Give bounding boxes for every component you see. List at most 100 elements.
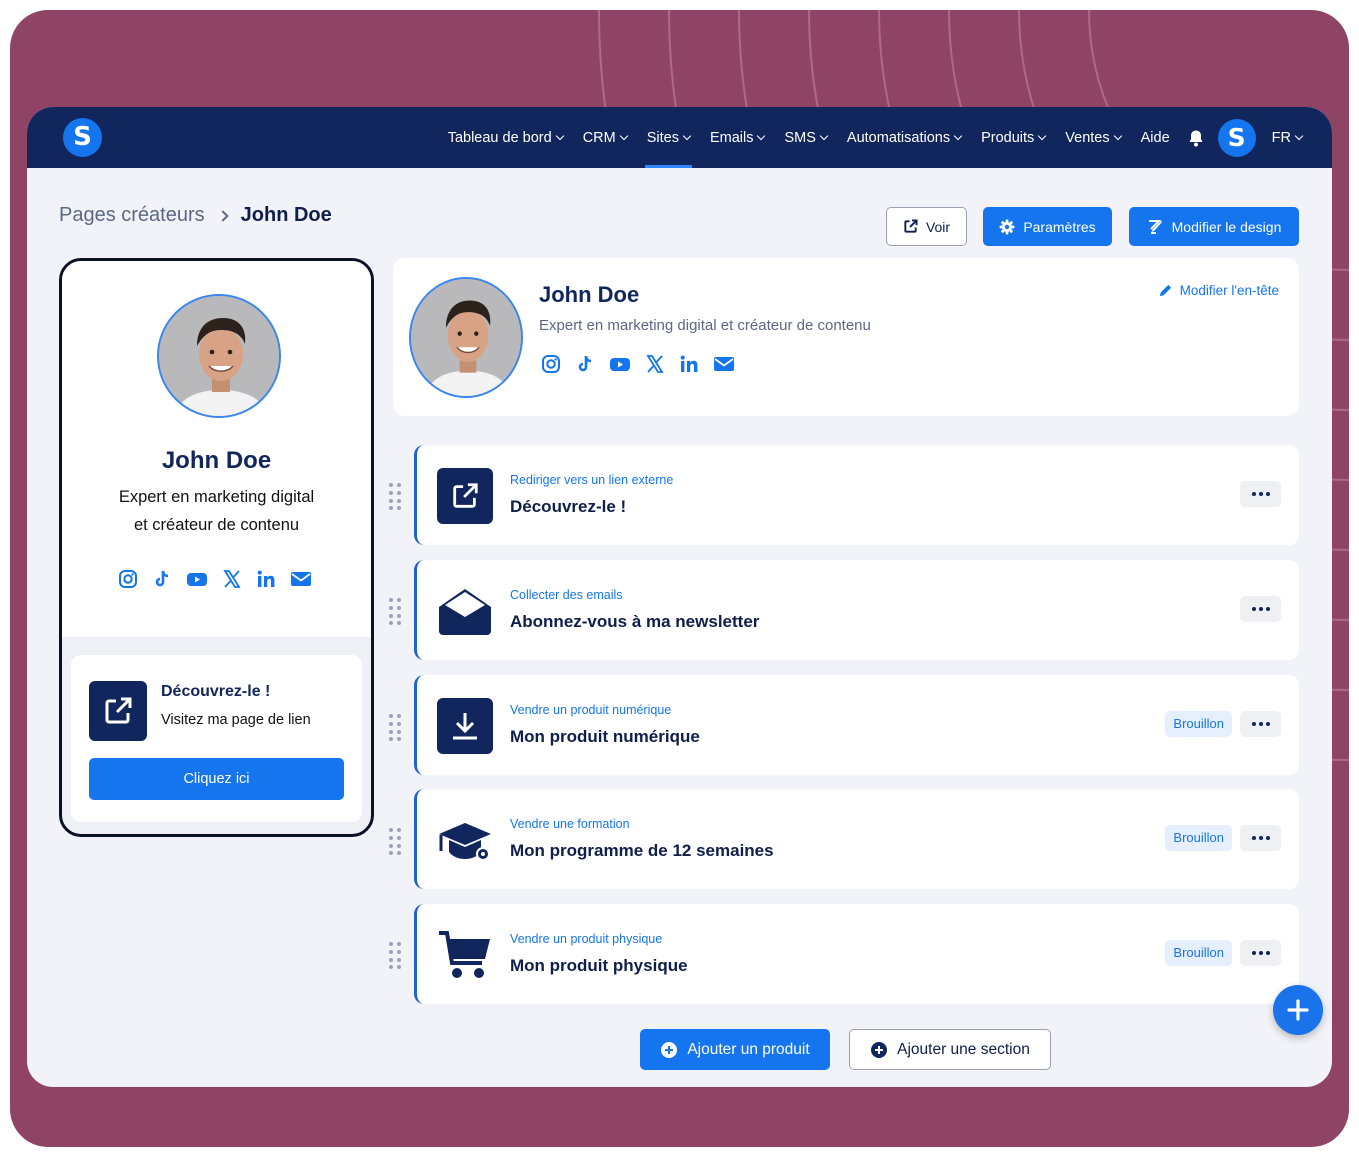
- x-icon[interactable]: [645, 354, 665, 379]
- language-selector[interactable]: FR: [1272, 107, 1304, 168]
- profile-photo: [157, 294, 281, 418]
- nav-item-sales[interactable]: Ventes: [1065, 107, 1122, 168]
- nav-label: Tableau de bord: [447, 129, 552, 146]
- item-title: Mon programme de 12 semaines: [510, 841, 774, 860]
- x-icon[interactable]: [222, 569, 242, 594]
- profile-header-card: John Doe Expert en marketing digital et …: [393, 258, 1299, 416]
- preview-bio-line2: et créateur de contenu: [133, 516, 300, 534]
- external-link-icon: [89, 681, 147, 741]
- linkedin-icon[interactable]: [256, 569, 276, 594]
- list-item[interactable]: Vendre un produit numérique Mon produit …: [414, 675, 1299, 775]
- edit-design-button[interactable]: Modifier le design: [1129, 207, 1299, 246]
- item-title: Mon produit physique: [510, 956, 688, 975]
- app-window: S Tableau de bord CRM Sites Emails SMS A…: [27, 107, 1332, 1087]
- nav-item-automations[interactable]: Automatisations: [847, 107, 963, 168]
- gear-icon: [999, 219, 1015, 234]
- view-button[interactable]: Voir: [886, 207, 967, 246]
- header-social-links: [541, 354, 749, 379]
- page-title: John Doe: [240, 204, 332, 226]
- app-logo[interactable]: S: [63, 118, 102, 157]
- header-profile-photo: [409, 277, 523, 398]
- instagram-icon[interactable]: [541, 354, 561, 379]
- nav-item-help[interactable]: Aide: [1141, 107, 1170, 168]
- nav-label: Aide: [1140, 129, 1170, 146]
- chevron-right-icon: [216, 209, 229, 222]
- plus-icon: [1287, 999, 1309, 1021]
- add-product-button[interactable]: Ajouter un produit: [640, 1029, 830, 1070]
- nav-item-sites[interactable]: Sites: [644, 107, 693, 168]
- magic-brush-icon: [1148, 219, 1162, 234]
- view-label: Voir: [925, 218, 951, 235]
- chevron-down-icon: [819, 131, 829, 140]
- mail-icon[interactable]: [290, 569, 312, 594]
- tiktok-icon[interactable]: [575, 354, 595, 379]
- drag-handle-icon[interactable]: [388, 597, 402, 625]
- main-menu: Tableau de bord CRM Sites Emails SMS Aut…: [428, 107, 1304, 168]
- more-options-button[interactable]: [1240, 481, 1281, 507]
- add-product-label: Ajouter un produit: [687, 1040, 810, 1058]
- edit-header-label: Modifier l'en-tête: [1179, 283, 1279, 298]
- drag-handle-icon[interactable]: [388, 482, 402, 510]
- chevron-down-icon: [1113, 131, 1122, 140]
- item-title: Mon produit numérique: [510, 727, 700, 746]
- nav-item-crm[interactable]: CRM: [582, 107, 628, 168]
- header-name: John Doe: [539, 282, 640, 307]
- more-options-button[interactable]: [1240, 711, 1281, 737]
- list-item[interactable]: Rediriger vers un lien externe Découvrez…: [414, 445, 1299, 545]
- floating-add-button[interactable]: [1273, 985, 1323, 1035]
- chevron-down-icon: [1294, 131, 1304, 140]
- nav-label: Produits: [981, 129, 1035, 146]
- linkedin-icon[interactable]: [679, 354, 699, 379]
- drag-handle-icon[interactable]: [388, 941, 402, 969]
- chevron-down-icon: [619, 131, 628, 140]
- more-options-button[interactable]: [1240, 596, 1281, 622]
- item-type: Collecter des emails: [510, 588, 623, 602]
- header-bio: Expert en marketing digital et créateur …: [539, 317, 871, 334]
- breadcrumb-parent[interactable]: Pages créateurs: [59, 204, 205, 227]
- edit-header-link[interactable]: Modifier l'en-tête: [1158, 283, 1279, 298]
- drag-handle-icon[interactable]: [388, 827, 402, 855]
- list-item[interactable]: Collecter des emails Abonnez-vous à ma n…: [414, 560, 1299, 660]
- instagram-icon[interactable]: [118, 569, 138, 594]
- preview-link-card[interactable]: Découvrez-le ! Visitez ma page de lien C…: [71, 655, 362, 822]
- add-section-button[interactable]: Ajouter une section: [849, 1029, 1051, 1070]
- nav-item-dashboard[interactable]: Tableau de bord: [447, 107, 564, 168]
- nav-label: SMS: [784, 129, 816, 146]
- nav-item-sms[interactable]: SMS: [784, 107, 829, 168]
- settings-label: Paramètres: [1023, 218, 1096, 235]
- list-item[interactable]: Vendre une formation Mon programme de 12…: [414, 789, 1299, 889]
- preview-profile-section: John Doe Expert en marketing digital et …: [62, 261, 371, 637]
- nav-label: Sites: [646, 129, 679, 146]
- envelope-open-icon: [439, 589, 491, 635]
- preview-bio-line1: Expert en marketing digital: [118, 488, 315, 506]
- nav-label: CRM: [582, 129, 616, 146]
- cart-icon: [439, 931, 490, 978]
- top-navbar: S Tableau de bord CRM Sites Emails SMS A…: [27, 107, 1332, 168]
- preview-name: John Doe: [161, 447, 272, 474]
- plus-circle-icon: [871, 1041, 888, 1058]
- tiktok-icon[interactable]: [152, 569, 172, 594]
- status-badge: Brouillon: [1165, 711, 1232, 737]
- list-item[interactable]: Vendre un produit physique Mon produit p…: [414, 904, 1299, 1004]
- nav-item-emails[interactable]: Emails: [710, 107, 766, 168]
- chevron-down-icon: [682, 131, 692, 140]
- nav-label: Ventes: [1065, 129, 1110, 146]
- youtube-icon[interactable]: [186, 569, 208, 594]
- nav-item-products[interactable]: Produits: [981, 107, 1047, 168]
- settings-button[interactable]: Paramètres: [983, 207, 1112, 246]
- youtube-icon[interactable]: [609, 354, 631, 379]
- person-portrait: [411, 279, 521, 396]
- status-badge: Brouillon: [1165, 825, 1232, 851]
- preview-card-button[interactable]: Cliquez ici: [89, 758, 344, 800]
- more-options-button[interactable]: [1240, 825, 1281, 851]
- more-options-button[interactable]: [1240, 940, 1281, 966]
- user-avatar[interactable]: S: [1217, 118, 1256, 157]
- item-type: Vendre un produit numérique: [510, 703, 672, 717]
- item-title: Découvrez-le !: [510, 497, 627, 516]
- drag-handle-icon[interactable]: [388, 713, 402, 741]
- download-icon: [437, 698, 493, 754]
- chevron-down-icon: [953, 131, 963, 140]
- bell-icon[interactable]: [1188, 129, 1204, 147]
- mail-icon[interactable]: [713, 354, 735, 379]
- item-type: Vendre un produit physique: [510, 932, 663, 946]
